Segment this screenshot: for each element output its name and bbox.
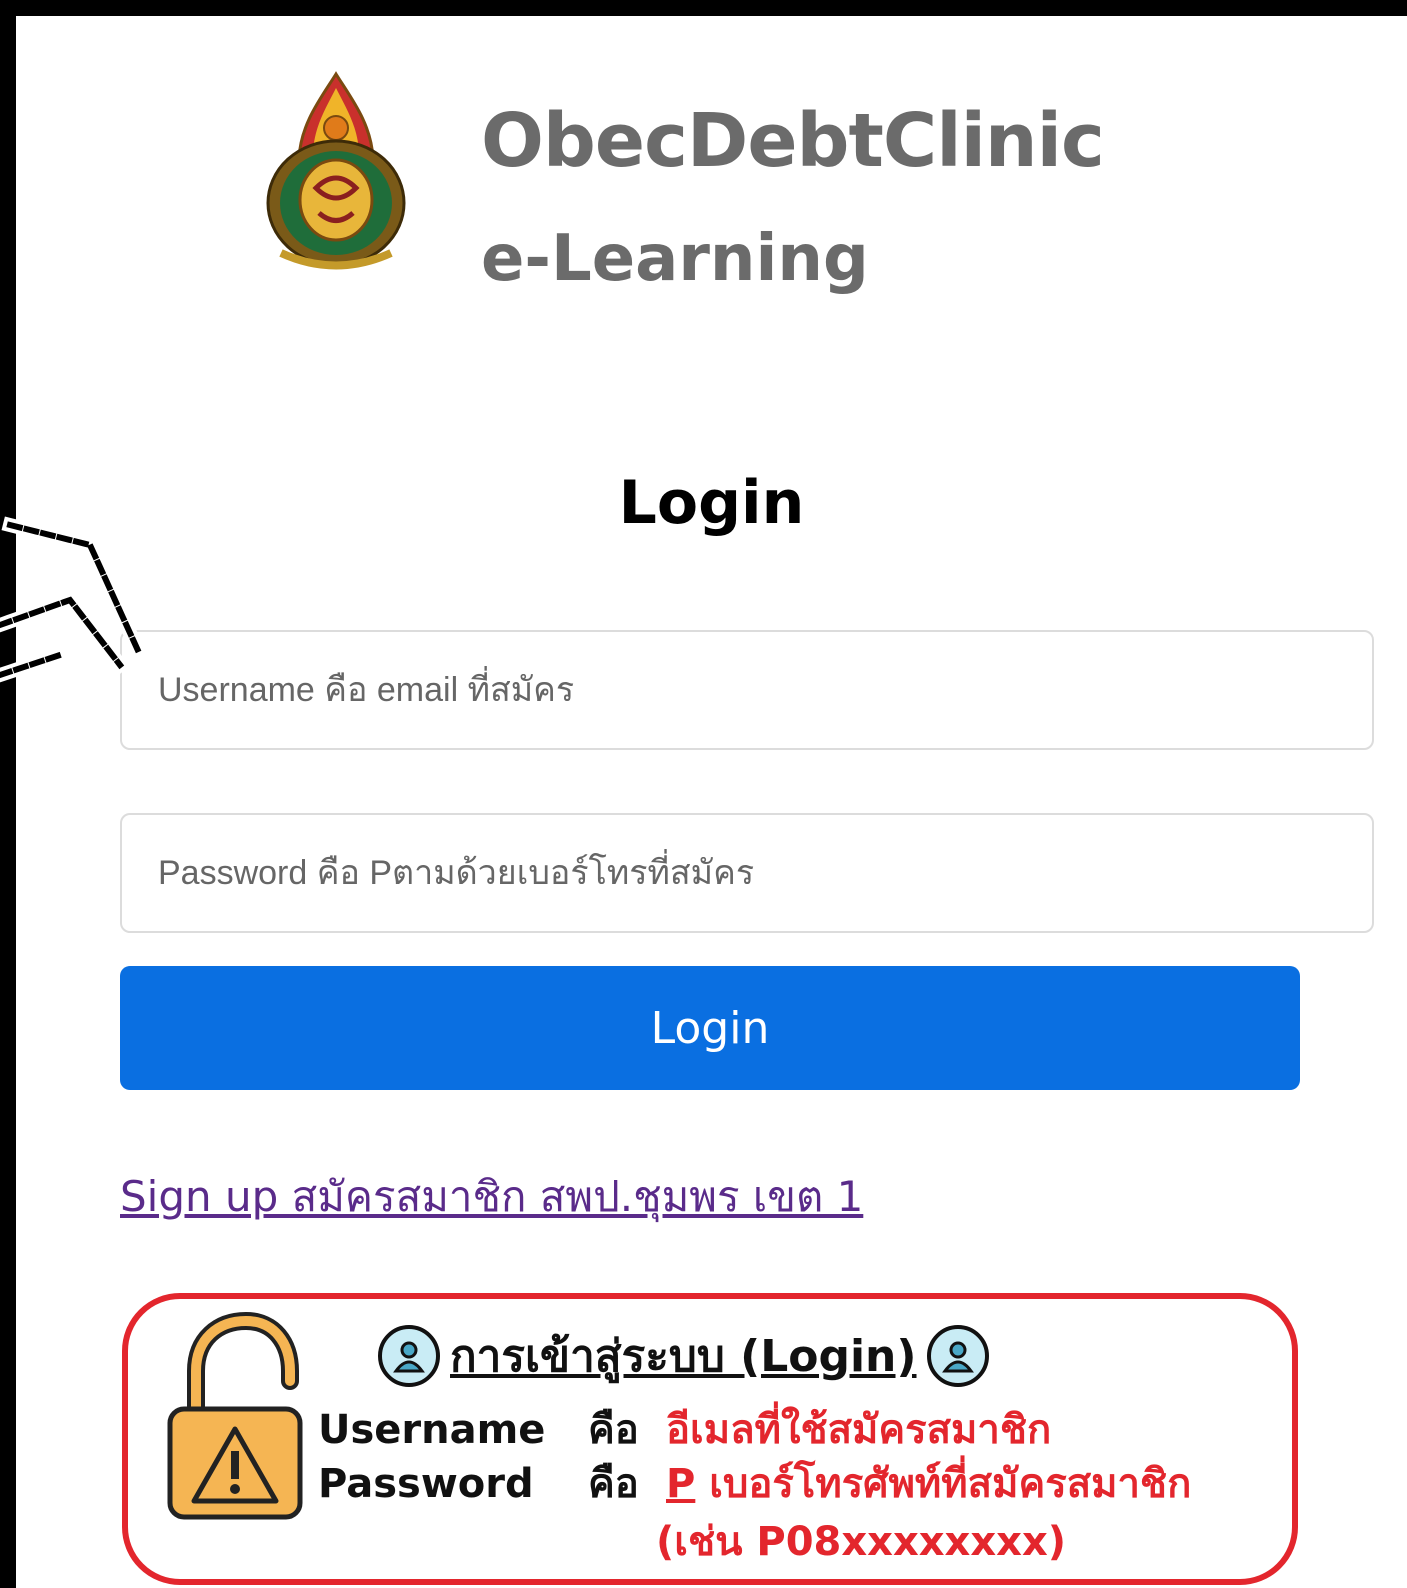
info-password-example: (เช่น P08xxxxxxxx) <box>656 1519 1067 1565</box>
brand-title: ObecDebtClinic <box>481 98 1105 184</box>
unlocked-padlock-warning-icon <box>167 1311 303 1520</box>
info-username-value: อีเมลที่ใช้สมัครสมาชิก <box>666 1407 1052 1453</box>
login-info-box: การเข้าสู่ระบบ (Login) Username คือ อีเมลท… <box>122 1293 1298 1585</box>
info-password-row: Password คือ P เบอร์โทรศัพท์ที่สมัครสมาชิก <box>318 1451 1191 1515</box>
password-input[interactable] <box>120 813 1374 933</box>
signup-link[interactable]: Sign up สมัครสมาชิก สพป.ชุมพร เขต 1 <box>120 1164 863 1230</box>
pointing-hand-icon <box>0 516 150 683</box>
user-circle-icon <box>926 1325 989 1387</box>
login-button[interactable]: Login <box>120 966 1300 1090</box>
info-password-value: เบอร์โทรศัพท์ที่สมัครสมาชิก <box>709 1461 1192 1507</box>
login-page: ObecDebtClinic e-Learning Login Login Si… <box>16 0 1407 1588</box>
obec-emblem-icon <box>266 71 406 270</box>
username-input[interactable] <box>120 630 1374 750</box>
info-is-label: คือ <box>588 1461 639 1507</box>
page-title: Login <box>618 468 805 538</box>
brand-subtitle: e-Learning <box>481 222 869 296</box>
info-password-label: Password <box>318 1461 534 1507</box>
info-title: การเข้าสู่ระบบ (Login) <box>378 1321 989 1391</box>
user-circle-icon <box>378 1325 440 1387</box>
info-password-prefix: P <box>666 1461 696 1507</box>
info-title-text: การเข้าสู่ระบบ (Login) <box>450 1331 917 1382</box>
info-username-label: Username <box>318 1407 546 1453</box>
